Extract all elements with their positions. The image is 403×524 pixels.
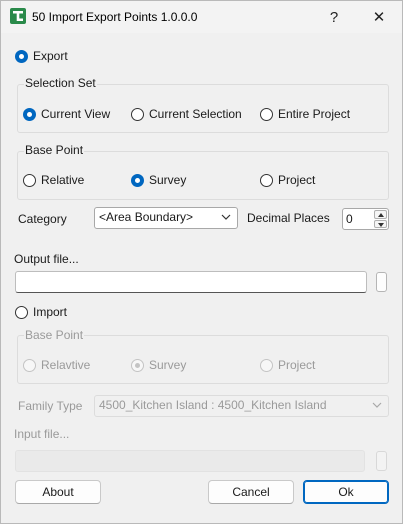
export-radio-label: Export: [33, 49, 68, 63]
relative-label: Relative: [41, 173, 85, 187]
family-type-label: Family Type: [18, 399, 83, 413]
relative-radio[interactable]: Relative: [23, 173, 84, 187]
project-label: Project: [278, 173, 316, 187]
ok-button-label: Ok: [338, 485, 354, 499]
category-value: <Area Boundary>: [99, 210, 194, 224]
import-relative-label: Relavtive: [41, 358, 91, 372]
current-selection-label: Current Selection: [149, 107, 242, 121]
app-icon: [10, 8, 26, 24]
radio-circle-icon: [260, 173, 273, 187]
input-file-input[interactable]: [15, 450, 365, 472]
arrow-up-icon: [378, 213, 384, 217]
close-icon: ✕: [372, 9, 386, 26]
import-relative-radio[interactable]: Relavtive: [23, 358, 90, 372]
radio-circle-icon: [23, 173, 36, 187]
import-survey-label: Survey: [149, 358, 187, 372]
title-bar: 50 Import Export Points 1.0.0.0 ? ✕: [1, 1, 402, 33]
output-file-browse-button[interactable]: [376, 272, 387, 292]
project-radio[interactable]: Project: [260, 173, 315, 187]
selection-set-title: Selection Set: [24, 76, 97, 90]
help-icon: ?: [329, 8, 339, 26]
spin-down-button[interactable]: [374, 219, 387, 228]
current-view-radio[interactable]: Current View: [23, 107, 110, 121]
close-button[interactable]: ✕: [357, 1, 401, 33]
radio-circle-icon: [23, 358, 36, 372]
export-radio[interactable]: Export: [15, 49, 68, 63]
radio-circle-icon: [131, 107, 144, 121]
radio-circle-icon: [260, 107, 273, 121]
arrow-down-icon: [378, 222, 384, 227]
help-button[interactable]: ?: [312, 1, 356, 33]
decimal-places-value: 0: [346, 212, 353, 226]
category-dropdown[interactable]: <Area Boundary>: [94, 207, 238, 229]
import-base-point-title: Base Point: [24, 328, 85, 342]
about-button-label: About: [42, 485, 74, 499]
radio-circle-icon: [260, 358, 273, 372]
export-base-point-title: Base Point: [24, 143, 85, 157]
ok-button[interactable]: Ok: [303, 480, 389, 504]
import-radio-label: Import: [33, 305, 68, 319]
import-radio[interactable]: Import: [15, 305, 67, 319]
cancel-button[interactable]: Cancel: [208, 480, 294, 504]
about-button[interactable]: About: [15, 480, 101, 504]
entire-project-radio[interactable]: Entire Project: [260, 107, 350, 121]
radio-circle-icon: [15, 305, 28, 319]
entire-project-label: Entire Project: [278, 107, 351, 121]
import-project-radio[interactable]: Project: [260, 358, 315, 372]
decimal-places-stepper[interactable]: 0: [342, 208, 389, 230]
survey-label: Survey: [149, 173, 187, 187]
input-file-label: Input file...: [14, 427, 70, 441]
window-title: 50 Import Export Points 1.0.0.0: [32, 10, 198, 24]
survey-radio[interactable]: Survey: [131, 173, 186, 187]
family-type-value: 4500_Kitchen Island : 4500_Kitchen Islan…: [99, 398, 327, 412]
chevron-down-icon: [372, 402, 382, 408]
import-survey-radio[interactable]: Survey: [131, 358, 186, 372]
radio-circle-icon: [15, 49, 28, 63]
chevron-down-icon: [221, 214, 231, 220]
import-project-label: Project: [278, 358, 316, 372]
current-selection-radio[interactable]: Current Selection: [131, 107, 242, 121]
output-file-label: Output file...: [14, 252, 79, 266]
output-file-input[interactable]: [15, 271, 367, 293]
decimal-places-label: Decimal Places: [247, 211, 330, 225]
radio-circle-icon: [131, 173, 144, 187]
dialog-window: 50 Import Export Points 1.0.0.0 ? ✕ Expo…: [0, 0, 403, 524]
radio-circle-icon: [23, 107, 36, 121]
current-view-label: Current View: [41, 107, 111, 121]
spin-up-button[interactable]: [374, 210, 387, 219]
radio-circle-icon: [131, 358, 144, 372]
category-label: Category: [18, 212, 67, 226]
cancel-button-label: Cancel: [232, 485, 270, 499]
input-file-browse-button[interactable]: [376, 451, 387, 471]
family-type-dropdown[interactable]: 4500_Kitchen Island : 4500_Kitchen Islan…: [94, 395, 389, 417]
